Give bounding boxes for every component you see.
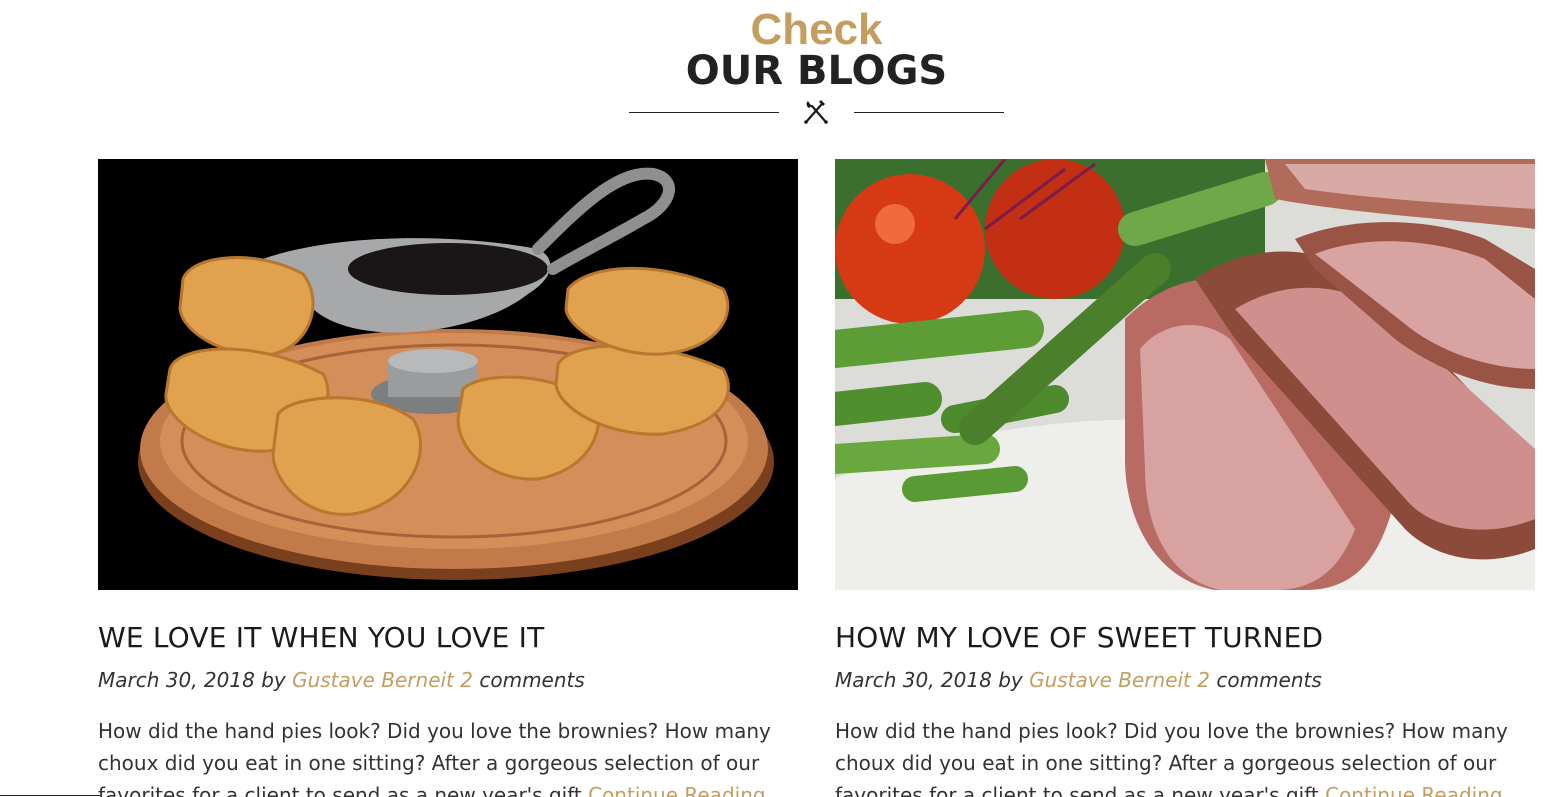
post-meta: March 30, 2018 by Gustave Berneit 2 comm… bbox=[835, 666, 1555, 694]
post-thumbnail-nuggets[interactable] bbox=[98, 159, 798, 590]
post-author-link[interactable]: Gustave Berneit bbox=[292, 668, 454, 692]
blog-post-card: WE LOVE IT WHEN YOU LOVE IT March 30, 20… bbox=[98, 159, 798, 797]
post-excerpt: How did the hand pies look? Did you love… bbox=[98, 715, 798, 797]
post-comments-label: comments bbox=[479, 668, 585, 692]
continue-reading-link[interactable]: Continue Reading bbox=[1325, 783, 1502, 797]
divider-line-left bbox=[629, 112, 779, 113]
post-excerpt: How did the hand pies look? Did you love… bbox=[835, 715, 1535, 797]
post-date: March 30, 2018 bbox=[98, 668, 255, 692]
post-by: by bbox=[998, 668, 1023, 692]
section-title: OUR BLOGS bbox=[685, 48, 948, 94]
section-divider bbox=[629, 95, 1004, 129]
section-kicker: Check bbox=[750, 5, 883, 54]
post-comments-label: comments bbox=[1216, 668, 1322, 692]
divider-line-right bbox=[854, 112, 1004, 113]
utensils-crossed-icon bbox=[804, 100, 828, 124]
post-meta: March 30, 2018 by Gustave Berneit 2 comm… bbox=[98, 666, 818, 694]
post-comments-count[interactable]: 2 bbox=[460, 668, 473, 692]
post-thumbnail-steak[interactable] bbox=[835, 159, 1535, 590]
post-title[interactable]: HOW MY LOVE OF SWEET TURNED bbox=[835, 621, 1555, 655]
bottom-rule bbox=[0, 795, 100, 796]
post-author-link[interactable]: Gustave Berneit bbox=[1029, 668, 1191, 692]
post-title[interactable]: WE LOVE IT WHEN YOU LOVE IT bbox=[98, 621, 818, 655]
blog-section: Check OUR BLOGS WE LOVE IT WHEN YOU LOVE… bbox=[0, 0, 1556, 797]
post-by: by bbox=[261, 668, 286, 692]
post-date: March 30, 2018 bbox=[835, 668, 992, 692]
continue-reading-link[interactable]: Continue Reading bbox=[588, 783, 765, 797]
post-comments-count[interactable]: 2 bbox=[1197, 668, 1210, 692]
blog-post-card: HOW MY LOVE OF SWEET TURNED March 30, 20… bbox=[835, 159, 1535, 797]
